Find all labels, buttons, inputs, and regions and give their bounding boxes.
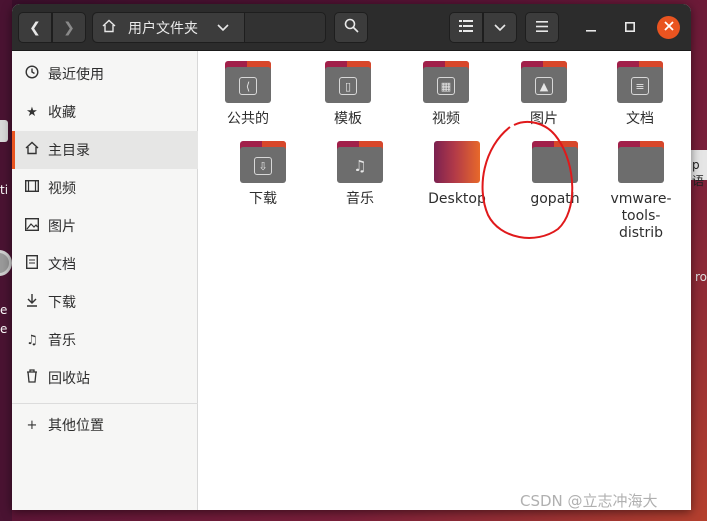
watermark: CSDN @立志冲海大 (520, 492, 658, 510)
folder-icon (618, 141, 664, 183)
file-name: 公共的 (227, 111, 269, 127)
file-name: vmware-tools-distrib (610, 191, 672, 241)
music-icon: ♫ (26, 332, 38, 348)
background-text: ro (694, 270, 707, 284)
background-window-edge: p语 (691, 150, 707, 188)
document-icon (23, 254, 41, 273)
chevron-down-icon (217, 21, 229, 35)
desktop-text: e (0, 303, 8, 317)
image-icon (23, 217, 41, 235)
sidebar-item-label: 图片 (48, 219, 76, 235)
file-name: 模板 (334, 111, 362, 127)
sidebar-item-downloads[interactable]: 下载 (12, 283, 198, 321)
chevron-right-icon: ❯ (63, 19, 75, 36)
file-item-templates[interactable]: ▯ 模板 (303, 61, 393, 128)
file-item-documents[interactable]: ≡ 文档 (595, 61, 685, 128)
background-window-text: p语 (692, 158, 705, 188)
sidebar-item-pictures[interactable]: 图片 (12, 207, 198, 245)
sidebar-item-label: 主目录 (48, 143, 90, 159)
sidebar-item-label: 回收站 (48, 371, 90, 387)
main-menu-button[interactable] (525, 12, 559, 43)
home-icon (102, 19, 116, 37)
file-name: 文档 (626, 111, 654, 127)
sidebar-item-videos[interactable]: 视频 (12, 169, 198, 207)
close-icon (663, 20, 674, 35)
plus-icon: + (26, 417, 38, 433)
sidebar-item-trash[interactable]: 回收站 (12, 359, 198, 397)
sidebar-item-documents[interactable]: 文档 (12, 245, 198, 283)
maximize-button[interactable] (621, 19, 639, 37)
back-button[interactable]: ❮ (18, 12, 52, 43)
path-bar: 用户文件夹 (92, 12, 326, 43)
path-segment-home[interactable]: 用户文件夹 (93, 13, 245, 42)
desktop-text: ti (0, 183, 9, 197)
minimize-icon (586, 21, 596, 36)
sidebar-item-label: 音乐 (48, 333, 76, 349)
search-icon (344, 18, 359, 37)
forward-button[interactable]: ❯ (52, 12, 86, 43)
download-icon (23, 293, 41, 311)
sidebar-item-label: 下载 (48, 295, 76, 311)
image-icon: ▲ (521, 61, 567, 103)
file-name: 音乐 (346, 191, 374, 207)
film-icon: ▦ (423, 61, 469, 103)
sidebar: 最近使用 ★ 收藏 主目录 视频 图片 文档 下载 ♫ 音乐 回收站 + 其他位… (12, 51, 198, 510)
file-item-music[interactable]: ♫ 音乐 (315, 141, 405, 208)
file-item-downloads[interactable]: ⇩ 下载 (218, 141, 308, 208)
file-name: 下载 (249, 191, 277, 207)
sidebar-item-label: 最近使用 (48, 67, 104, 83)
document-icon: ≡ (617, 61, 663, 103)
download-icon: ⇩ (240, 141, 286, 183)
sidebar-item-label: 收藏 (48, 105, 76, 121)
home-icon (23, 141, 41, 159)
sidebar-item-starred[interactable]: ★ 收藏 (12, 93, 198, 131)
file-grid: ⟨ 公共的 ▯ 模板 ▦ 视频 ▲ 图片 ≡ 文档 ⇩ 下载 ♫ 音乐 Desk… (199, 51, 691, 510)
sidebar-item-label: 视频 (48, 181, 76, 197)
trash-icon (23, 369, 41, 387)
chevron-down-icon (494, 20, 506, 36)
share-icon: ⟨ (225, 61, 271, 103)
close-button[interactable] (657, 16, 680, 39)
red-circle-annotation (481, 121, 574, 239)
file-manager-window: ❮ ❯ 用户文件夹 最近使用 ★ 收藏 主目录 视频 图片 文档 下载 ♫ 音乐… (12, 4, 691, 510)
sidebar-item-home[interactable]: 主目录 (12, 131, 198, 169)
desktop-left-strip: ti e e (0, 0, 12, 521)
minimize-button[interactable] (582, 19, 600, 37)
settings-gear-icon[interactable] (0, 250, 12, 276)
clock-icon (23, 65, 41, 83)
desktop-app-icon[interactable] (0, 120, 8, 142)
header-bar: ❮ ❯ 用户文件夹 (12, 4, 691, 51)
sidebar-item-label: 文档 (48, 257, 76, 273)
sidebar-item-music[interactable]: ♫ 音乐 (12, 321, 198, 359)
template-icon: ▯ (325, 61, 371, 103)
list-view-button[interactable] (449, 12, 483, 43)
music-icon: ♫ (337, 141, 383, 183)
maximize-icon (625, 21, 635, 36)
film-icon (23, 179, 41, 196)
hamburger-menu-icon (536, 20, 548, 36)
desktop-text: e (0, 322, 8, 336)
desktop-right-strip: p语 ro (691, 0, 707, 521)
search-button[interactable] (334, 12, 368, 43)
sidebar-item-label: 其他位置 (48, 418, 104, 434)
chevron-left-icon: ❮ (29, 19, 41, 36)
sidebar-divider (12, 403, 198, 404)
file-item-vmware-tools-distrib[interactable]: vmware-tools-distrib (605, 141, 677, 242)
sidebar-item-other-locations[interactable]: + 其他位置 (12, 406, 198, 444)
list-view-icon (459, 19, 473, 36)
file-item-public[interactable]: ⟨ 公共的 (203, 61, 293, 128)
sidebar-item-recent[interactable]: 最近使用 (12, 55, 198, 93)
path-label: 用户文件夹 (128, 20, 198, 37)
view-options-button[interactable] (483, 12, 517, 43)
star-icon: ★ (26, 104, 38, 120)
